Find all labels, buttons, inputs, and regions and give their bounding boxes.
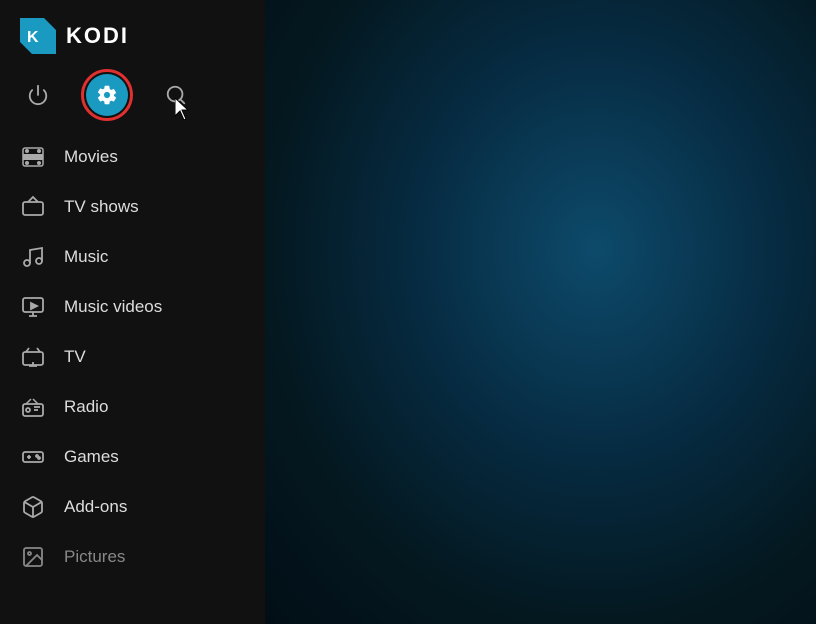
sidebar-item-games-label: Games (64, 447, 119, 467)
sidebar-item-pictures[interactable]: Pictures (0, 532, 265, 582)
sidebar-item-tv-label: TV (64, 347, 86, 367)
sidebar-item-music-videos-label: Music videos (64, 297, 162, 317)
sidebar-item-games[interactable]: Games (0, 432, 265, 482)
sidebar-item-movies-label: Movies (64, 147, 118, 167)
power-button[interactable] (20, 77, 56, 113)
sidebar-item-add-ons[interactable]: Add-ons (0, 482, 265, 532)
sidebar-item-radio[interactable]: Radio (0, 382, 265, 432)
sidebar-item-movies[interactable]: Movies (0, 132, 265, 182)
svg-text:K: K (27, 29, 39, 46)
sidebar-item-music-videos[interactable]: Music videos (0, 282, 265, 332)
app-container: K KODI (0, 0, 816, 624)
nav-list: Movies TV shows (0, 132, 265, 624)
sidebar-item-music-label: Music (64, 247, 108, 267)
kodi-logo-icon: K (20, 18, 56, 54)
music-icon (20, 244, 46, 270)
tv-shows-icon (20, 194, 46, 220)
pictures-icon (20, 544, 46, 570)
music-videos-icon (20, 294, 46, 320)
logo-area: K KODI (0, 0, 265, 66)
add-ons-icon (20, 494, 46, 520)
app-title: KODI (66, 23, 129, 49)
search-button[interactable] (158, 77, 194, 113)
sidebar-item-music[interactable]: Music (0, 232, 265, 282)
sidebar-item-tv[interactable]: TV (0, 332, 265, 382)
settings-button[interactable] (86, 74, 128, 116)
sidebar-item-pictures-label: Pictures (64, 547, 125, 567)
tv-icon (20, 344, 46, 370)
main-content (265, 0, 816, 624)
sidebar-item-add-ons-label: Add-ons (64, 497, 127, 517)
games-icon (20, 444, 46, 470)
sidebar-item-radio-label: Radio (64, 397, 108, 417)
sidebar: K KODI (0, 0, 265, 624)
top-icons-bar (0, 66, 265, 132)
movies-icon (20, 144, 46, 170)
sidebar-item-tv-shows-label: TV shows (64, 197, 139, 217)
sidebar-item-tv-shows[interactable]: TV shows (0, 182, 265, 232)
radio-icon (20, 394, 46, 420)
